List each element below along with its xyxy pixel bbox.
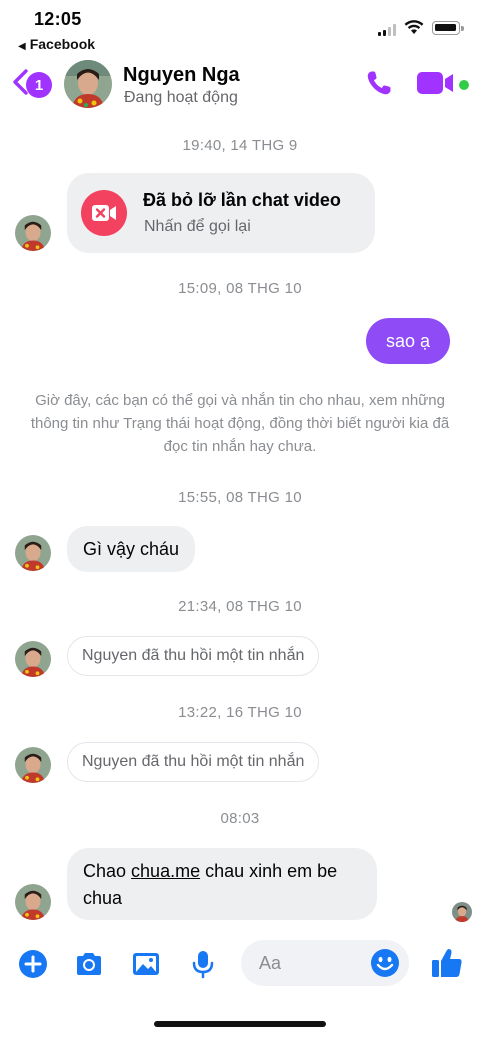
- missed-video-call-icon: [81, 190, 127, 236]
- back-app-label: Facebook: [29, 36, 96, 52]
- message-timestamp: 19:40, 14 THG 9: [182, 137, 298, 154]
- message-timestamp: 13:22, 16 THG 10: [178, 704, 302, 721]
- contact-avatar[interactable]: [64, 60, 112, 108]
- chat-header: 1 Nguyen Nga Đang hoạt động: [0, 54, 480, 116]
- message-timestamp: 08:03: [220, 810, 260, 827]
- incoming-message-bubble[interactable]: Chao chua.me chau xinh em be chua: [67, 848, 377, 920]
- message-link[interactable]: chua.me: [131, 861, 200, 881]
- camera-icon[interactable]: [73, 948, 105, 980]
- message-timestamp: 15:09, 08 THG 10: [178, 280, 302, 297]
- status-time: 12:05: [34, 9, 82, 29]
- unread-count-badge[interactable]: 1: [26, 72, 52, 98]
- unsent-message-notice[interactable]: Nguyen đã thu hồi một tin nhắn: [67, 742, 320, 782]
- chat-info-notice: Giờ đây, các bạn có thể gọi và nhắn tin …: [30, 392, 450, 455]
- missed-call-title: Đã bỏ lỡ lần chat video: [143, 190, 341, 210]
- contact-name[interactable]: Nguyen Nga: [123, 64, 240, 87]
- back-to-app-link[interactable]: ◀ Facebook: [18, 36, 95, 52]
- unsent-message-notice[interactable]: Nguyen đã thu hồi một tin nhắn: [67, 636, 320, 676]
- back-triangle-icon: ◀: [18, 41, 26, 52]
- message-text: Chao: [83, 861, 132, 881]
- sender-avatar[interactable]: [15, 641, 51, 677]
- sender-avatar[interactable]: [15, 215, 51, 251]
- incoming-message-bubble[interactable]: Gì vậy cháu: [67, 526, 196, 572]
- missed-video-call-bubble[interactable]: Đã bỏ lỡ lần chat video Nhấn để gọi lại: [67, 173, 375, 253]
- sender-avatar[interactable]: [15, 884, 51, 920]
- cellular-signal-icon: [378, 24, 396, 36]
- message-timestamp: 15:55, 08 THG 10: [178, 489, 302, 506]
- thumbs-up-icon[interactable]: [430, 946, 464, 980]
- outgoing-message-bubble[interactable]: sao ạ: [366, 318, 450, 364]
- home-indicator[interactable]: [154, 1021, 326, 1027]
- missed-call-subtitle: Nhấn để gọi lại: [144, 218, 251, 235]
- sender-avatar[interactable]: [15, 535, 51, 571]
- contact-active-status: Đang hoạt động: [124, 89, 238, 106]
- wifi-icon: [404, 20, 424, 34]
- video-camera-icon[interactable]: [416, 70, 456, 96]
- battery-icon: [432, 21, 464, 35]
- image-icon[interactable]: [130, 948, 162, 980]
- online-status-dot: [459, 80, 469, 90]
- microphone-icon[interactable]: [187, 948, 219, 980]
- phone-icon[interactable]: [364, 68, 394, 98]
- status-bar: 12:05 ◀ Facebook: [0, 0, 480, 54]
- plus-icon[interactable]: [17, 948, 49, 980]
- emoji-icon[interactable]: [370, 948, 400, 978]
- seen-receipt-avatar: [452, 902, 472, 922]
- message-timestamp: 21:34, 08 THG 10: [178, 598, 302, 615]
- message-composer: [0, 936, 480, 992]
- sender-avatar[interactable]: [15, 747, 51, 783]
